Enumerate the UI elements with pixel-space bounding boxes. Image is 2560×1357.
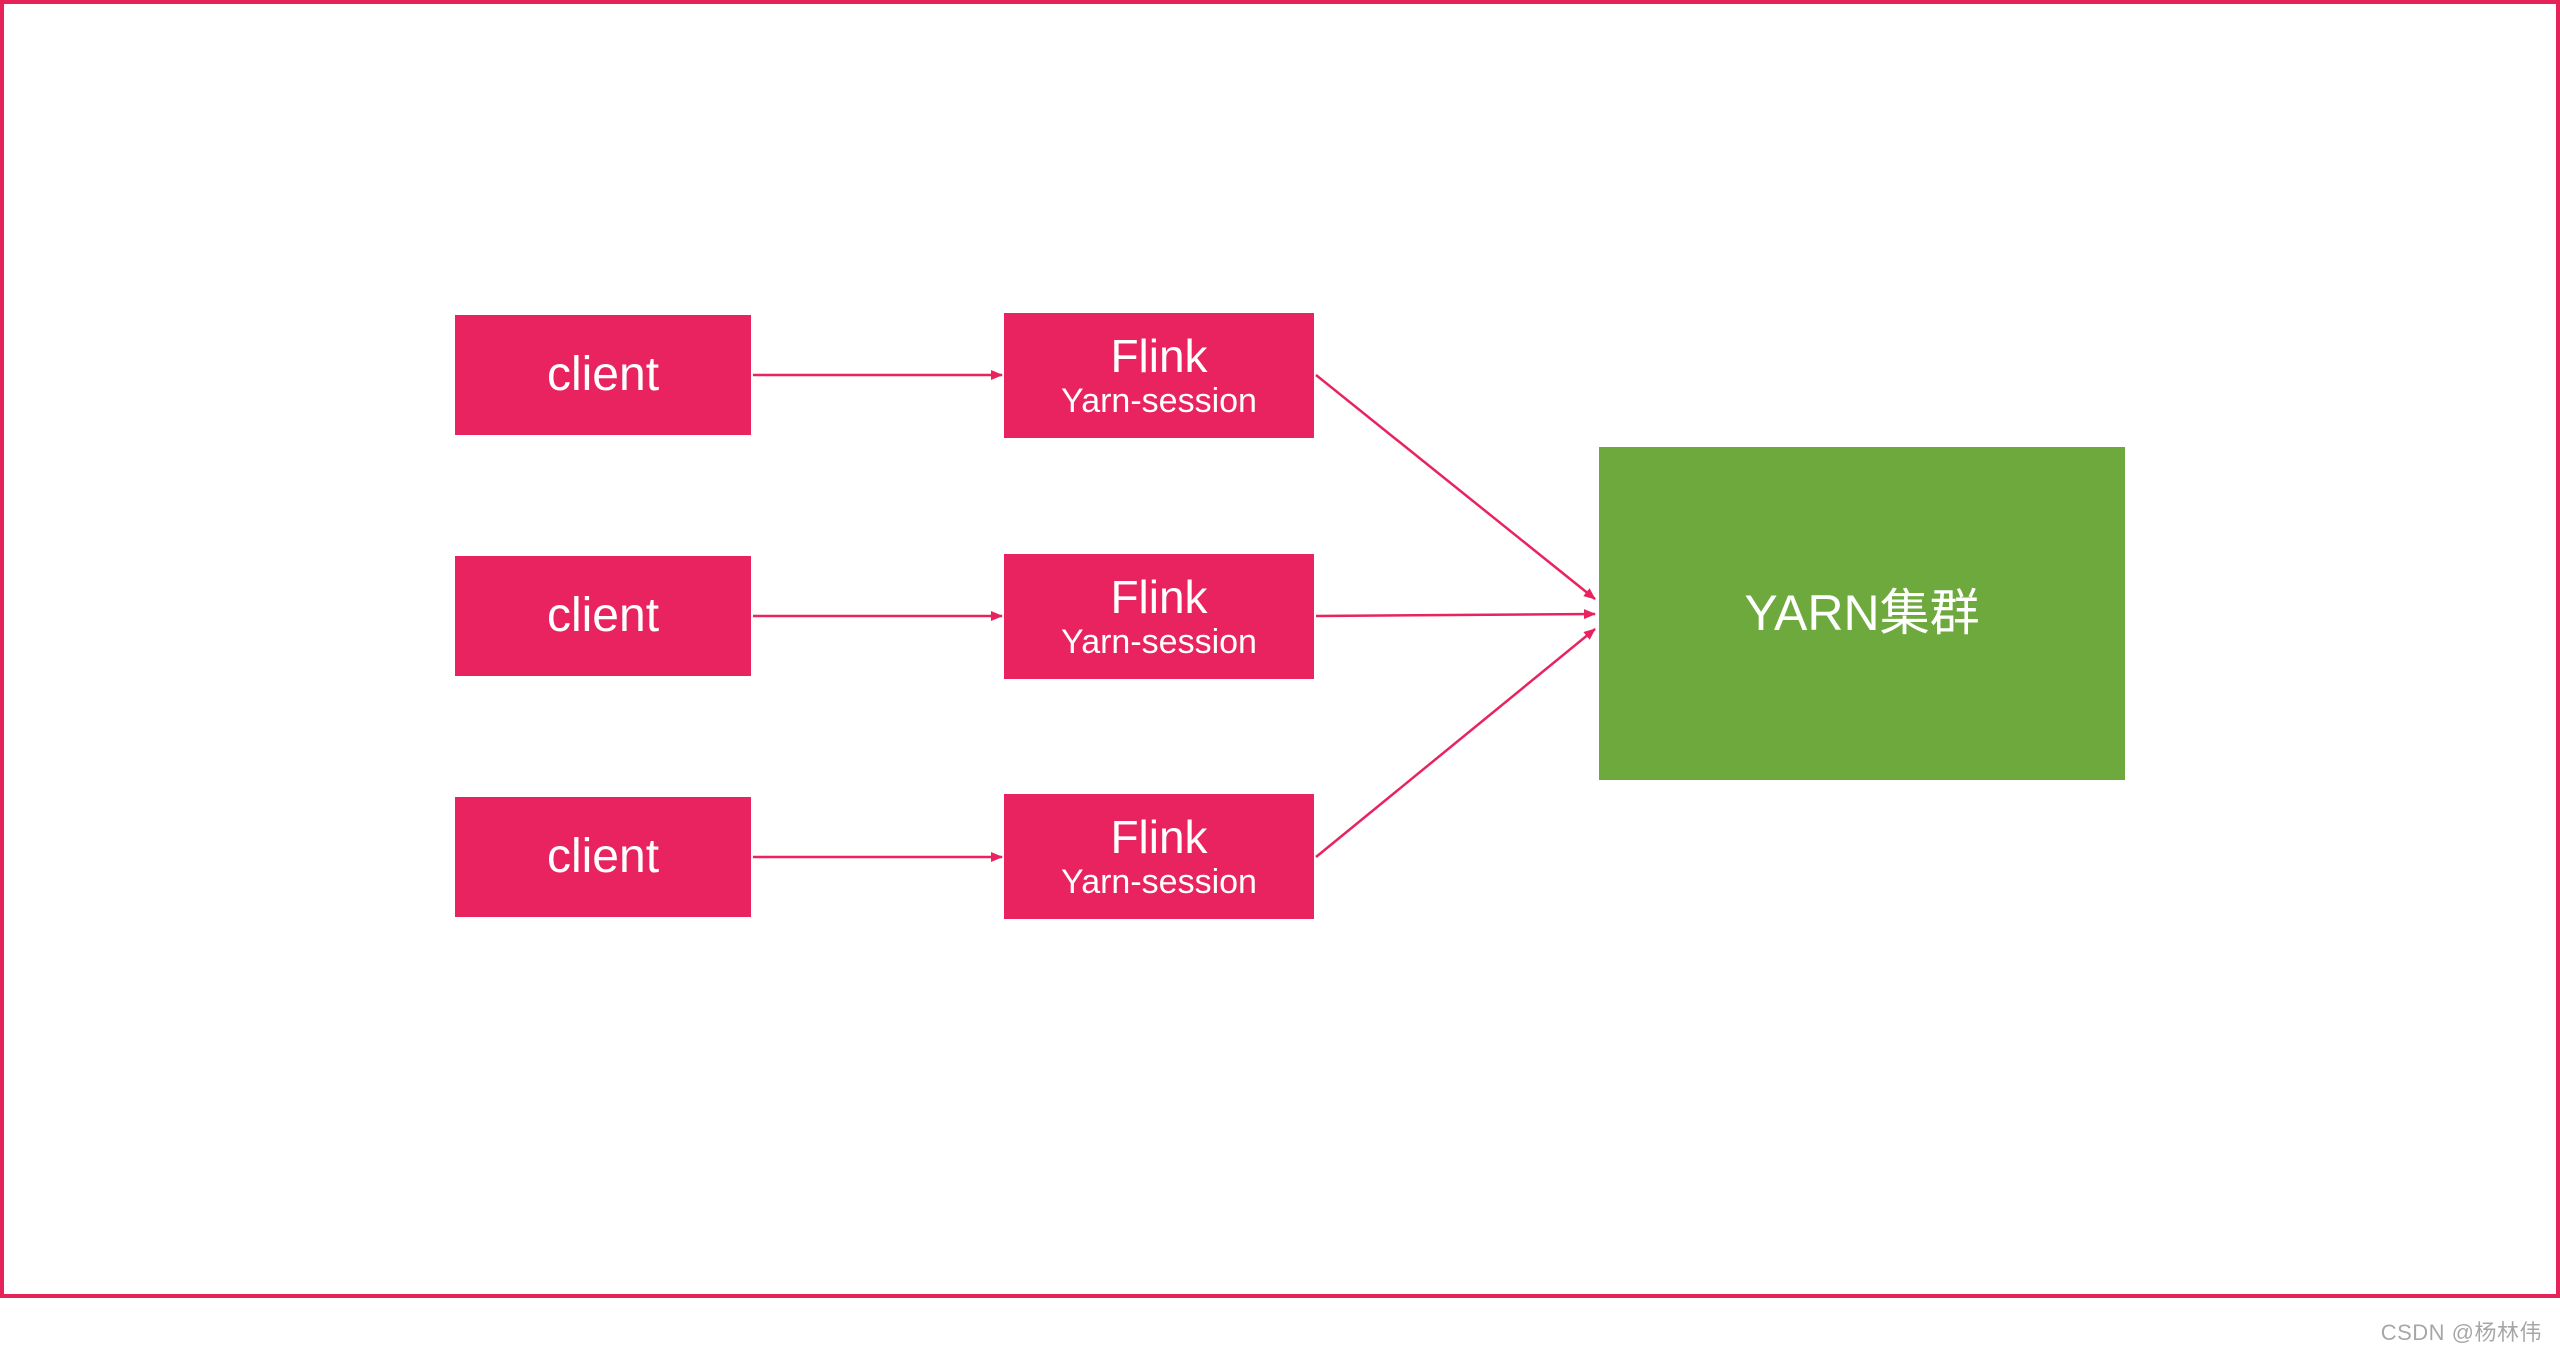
flink-box-3: Flink Yarn-session	[1004, 794, 1314, 919]
flink-subtitle: Yarn-session	[1061, 863, 1257, 902]
arrow-flink1-yarn	[1316, 375, 1595, 599]
flink-title: Flink	[1110, 811, 1207, 864]
client-box-2: client	[455, 556, 751, 676]
yarn-cluster-label: YARN集群	[1744, 585, 1979, 643]
diagram-frame: client client client Flink Yarn-session …	[0, 0, 2560, 1298]
client-box-1: client	[455, 315, 751, 435]
client-label: client	[547, 588, 659, 643]
client-label: client	[547, 347, 659, 402]
client-box-3: client	[455, 797, 751, 917]
arrow-flink2-yarn	[1316, 614, 1595, 616]
flink-subtitle: Yarn-session	[1061, 623, 1257, 662]
flink-box-2: Flink Yarn-session	[1004, 554, 1314, 679]
flink-title: Flink	[1110, 571, 1207, 624]
flink-subtitle: Yarn-session	[1061, 382, 1257, 421]
arrow-flink3-yarn	[1316, 629, 1595, 857]
flink-box-1: Flink Yarn-session	[1004, 313, 1314, 438]
client-label: client	[547, 829, 659, 884]
watermark: CSDN @杨林伟	[2381, 1315, 2542, 1347]
yarn-cluster-box: YARN集群	[1599, 447, 2125, 780]
flink-title: Flink	[1110, 330, 1207, 383]
